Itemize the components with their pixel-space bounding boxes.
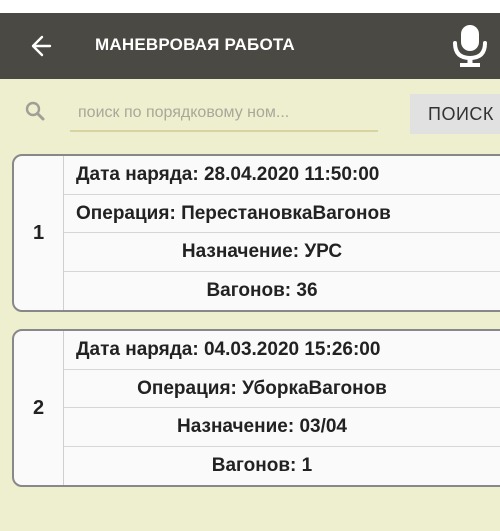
destination-value: УРС [304, 241, 343, 262]
voice-input-button[interactable] [448, 23, 492, 69]
wagons-value: 1 [301, 454, 313, 476]
order-date-row: Дата наряда: 28.04.2020 11:50:00 [64, 156, 500, 195]
wagons-label: Вагонов: [211, 454, 302, 476]
order-details: Дата наряда: 04.03.2020 15:26:00 Операци… [64, 331, 500, 485]
operation-row: Операция: УборкаВагонов [64, 370, 500, 408]
order-date-row: Дата наряда: 04.03.2020 15:26:00 [64, 331, 500, 370]
search-input[interactable] [70, 96, 378, 132]
back-button[interactable] [22, 29, 58, 63]
wagons-row: Вагонов: 36 [64, 272, 500, 311]
order-number: 2 [14, 331, 64, 485]
arrow-left-icon [22, 29, 58, 63]
operation-label: Операция: [76, 202, 182, 224]
order-date-value: 28.04.2020 11:50:00 [203, 164, 380, 185]
work-order-card[interactable]: 1 Дата наряда: 28.04.2020 11:50:00 Опера… [12, 154, 500, 312]
destination-row: Назначение: УРС [64, 233, 500, 272]
page-title: МАНЕВРОВАЯ РАБОТА [95, 35, 295, 54]
operation-label: Операция: [137, 377, 243, 399]
operation-row: Операция: ПерестановкаВагонов [64, 195, 500, 233]
destination-row: Назначение: 03/04 [64, 408, 500, 447]
search-icon [24, 100, 46, 122]
order-date-value: 04.03.2020 15:26:00 [203, 339, 381, 360]
operation-value: ПерестановкаВагонов [181, 202, 391, 224]
work-order-card[interactable]: 2 Дата наряда: 04.03.2020 15:26:00 Опера… [12, 329, 500, 487]
order-details: Дата наряда: 28.04.2020 11:50:00 Операци… [64, 156, 500, 310]
search-button[interactable]: ПОИСК [410, 94, 500, 134]
status-strip [0, 0, 500, 13]
wagons-row: Вагонов: 1 [64, 447, 500, 486]
operation-value: УборкаВагонов [242, 377, 387, 399]
microphone-icon [448, 25, 492, 73]
destination-label: Назначение: [176, 416, 300, 437]
order-number: 1 [14, 156, 64, 310]
wagons-value: 36 [296, 279, 318, 301]
order-date-label: Дата наряда: [76, 339, 204, 360]
destination-label: Назначение: [181, 241, 305, 262]
search-bar: ПОИСК [0, 79, 500, 145]
destination-value: 03/04 [299, 416, 347, 437]
order-date-label: Дата наряда: [76, 164, 204, 185]
wagons-label: Вагонов: [206, 279, 297, 301]
app-bar: МАНЕВРОВАЯ РАБОТА [0, 13, 500, 79]
